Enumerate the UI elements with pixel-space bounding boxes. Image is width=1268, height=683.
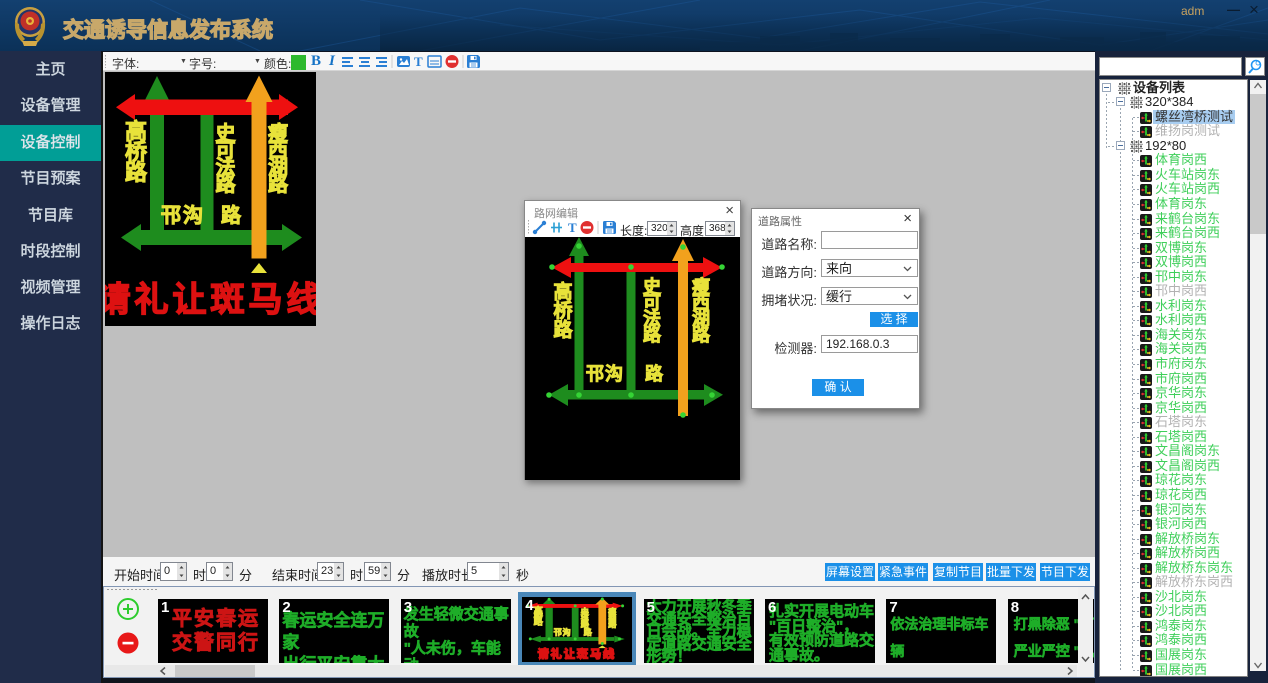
svg-text:路: 路 <box>553 318 573 341</box>
svg-text:路: 路 <box>125 160 148 185</box>
svg-text:路: 路 <box>268 172 289 196</box>
svg-text:请礼让斑马线: 请礼让斑马线 <box>538 647 617 661</box>
svg-text:路: 路 <box>645 363 664 384</box>
svg-text:路: 路 <box>608 619 617 629</box>
svg-text:路: 路 <box>534 615 544 626</box>
svg-text:路: 路 <box>216 172 237 196</box>
svg-text:高: 高 <box>553 280 572 303</box>
svg-text:路: 路 <box>692 324 711 345</box>
svg-text:桥: 桥 <box>553 299 573 322</box>
svg-text:T: T <box>568 220 577 235</box>
svg-text:路: 路 <box>643 324 662 345</box>
svg-text:路: 路 <box>221 203 242 227</box>
svg-text:邗沟: 邗沟 <box>586 363 624 384</box>
svg-text:路: 路 <box>584 627 593 637</box>
svg-text:T: T <box>414 54 423 69</box>
svg-text:邗沟: 邗沟 <box>554 627 572 637</box>
svg-text:请礼让斑马线: 请礼让斑马线 <box>105 281 316 319</box>
svg-text:邗沟: 邗沟 <box>161 203 205 227</box>
